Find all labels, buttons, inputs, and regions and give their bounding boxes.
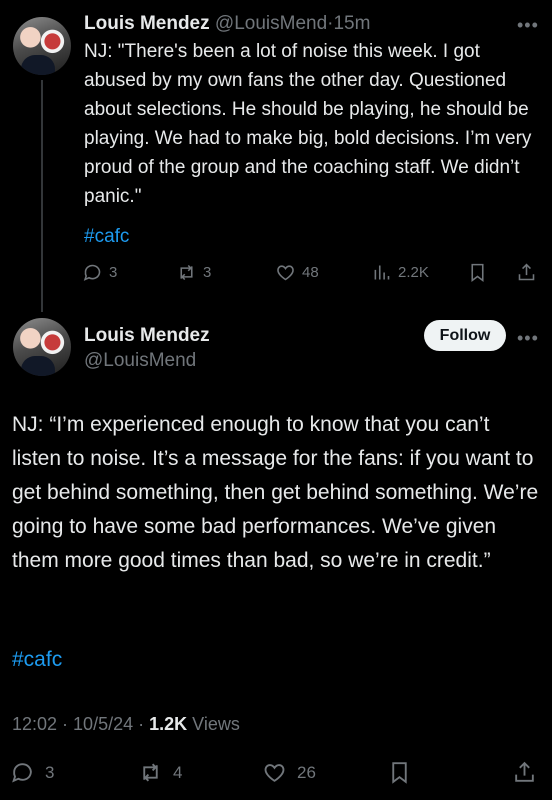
- share-icon: [518, 263, 535, 281]
- analytics-icon: [374, 265, 390, 280]
- repost-icon: [180, 264, 193, 281]
- separator-dot: ·: [57, 714, 74, 734]
- tweet-actions: 3 3 48 2.2K: [82, 262, 540, 286]
- bookmark-icon: [471, 263, 484, 282]
- heart-icon: [264, 764, 285, 782]
- reply-count: 3: [45, 762, 55, 782]
- repost-count: 4: [173, 762, 183, 782]
- author-handle[interactable]: @LouisMend: [215, 13, 327, 34]
- views-button[interactable]: 2.2K: [371, 262, 429, 283]
- follow-button[interactable]: Follow: [424, 320, 506, 351]
- reply-button[interactable]: 3: [82, 262, 117, 283]
- views-count: 2.2K: [398, 264, 429, 281]
- reply-button[interactable]: 3: [10, 760, 54, 785]
- reply-count: 3: [109, 264, 118, 281]
- heart-icon: [277, 265, 294, 281]
- author-name[interactable]: Louis Mendez: [84, 325, 210, 347]
- bookmark-icon: [392, 762, 407, 784]
- tweet-meta: 12:02 · 10/5/24 · 1.2K Views: [12, 714, 240, 735]
- hashtag-link[interactable]: #cafc: [84, 226, 129, 248]
- avatar[interactable]: [13, 318, 71, 376]
- reply-icon: [12, 763, 32, 783]
- author-handle[interactable]: @LouisMend: [84, 350, 196, 372]
- reply-icon: [83, 264, 101, 281]
- repost-button[interactable]: 3: [176, 262, 211, 283]
- more-options-icon[interactable]: •••: [517, 329, 539, 347]
- repost-button[interactable]: 4: [138, 760, 182, 785]
- post-date: 10/5/24: [73, 714, 134, 734]
- like-count: 48: [302, 264, 319, 281]
- author-name[interactable]: Louis Mendez: [84, 13, 210, 34]
- separator-dot: ·: [133, 714, 150, 734]
- bookmark-button[interactable]: [467, 262, 488, 283]
- views-count[interactable]: 1.2K: [149, 714, 187, 734]
- post-time[interactable]: 15m: [333, 13, 370, 34]
- views-label: Views: [187, 714, 240, 734]
- share-icon: [515, 761, 534, 782]
- avatar[interactable]: [13, 17, 71, 75]
- repost-icon: [143, 763, 158, 782]
- more-options-icon[interactable]: •••: [517, 16, 539, 34]
- bookmark-button[interactable]: [387, 760, 412, 785]
- like-button[interactable]: 48: [275, 262, 319, 283]
- tweet-actions: 3 4 26: [10, 760, 542, 786]
- hashtag-link[interactable]: #cafc: [12, 648, 62, 672]
- repost-count: 3: [203, 264, 212, 281]
- share-button[interactable]: [512, 760, 537, 785]
- thread-connector-line: [41, 80, 43, 312]
- like-count: 26: [297, 762, 316, 782]
- tweet-text: NJ: “I’m experienced enough to know that…: [12, 413, 539, 572]
- tweet-text: NJ: "There's been a lot of noise this we…: [84, 41, 532, 207]
- like-button[interactable]: 26: [262, 760, 316, 785]
- tweet-header: Louis Mendez @LouisMend·15m: [84, 13, 370, 35]
- post-time: 12:02: [12, 714, 58, 734]
- share-button[interactable]: [516, 262, 537, 283]
